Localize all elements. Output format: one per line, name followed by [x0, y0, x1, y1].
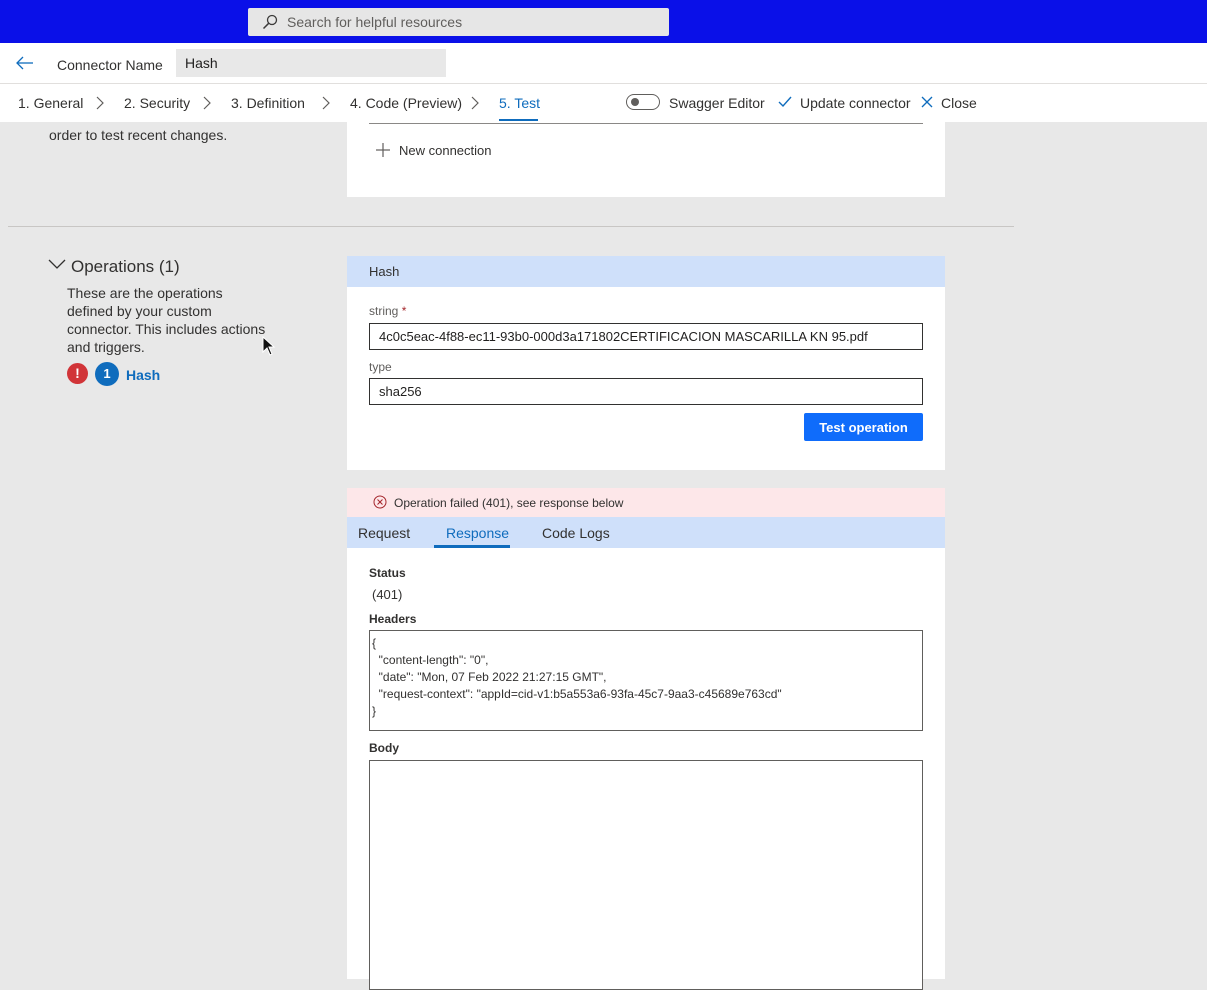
connection-field-border	[369, 123, 923, 124]
operation-header-title: Hash	[369, 264, 400, 279]
operation-header: Hash	[347, 256, 945, 287]
mouse-cursor-icon	[262, 336, 276, 356]
close-button[interactable]: Close	[941, 95, 977, 111]
operation-count-badge: 1	[95, 362, 119, 386]
top-bar: Search for helpful resources	[0, 0, 1207, 43]
step-definition[interactable]: 3. Definition	[231, 95, 305, 111]
body-label: Body	[369, 741, 399, 755]
connector-name-bar: Connector Name	[0, 43, 1207, 84]
search-icon	[262, 14, 278, 30]
plus-icon	[376, 143, 390, 157]
headers-line: "request-context": "appId=cid-v1:b5a553a…	[372, 687, 782, 701]
operations-description: These are the operations defined by your…	[67, 284, 267, 356]
step-security[interactable]: 2. Security	[124, 95, 190, 111]
operations-title: Operations (1)	[71, 257, 180, 276]
chevron-right-icon	[96, 96, 104, 110]
test-operation-button[interactable]: Test operation	[804, 413, 923, 441]
headers-line: }	[372, 704, 377, 718]
response-tabs-bar: Request Response Code Logs	[347, 517, 945, 548]
chevron-down-icon[interactable]	[48, 258, 66, 270]
error-message-bar: Operation failed (401), see response bel…	[347, 488, 945, 517]
connections-card: New connection	[347, 122, 945, 197]
toggle-knob	[631, 98, 639, 106]
operation-link-hash[interactable]: Hash	[126, 367, 160, 383]
description-line: and triggers.	[67, 339, 145, 355]
chevron-right-icon	[322, 96, 330, 110]
error-circle-icon	[373, 495, 387, 509]
step-code-preview[interactable]: 4. Code (Preview)	[350, 95, 462, 111]
headers-box[interactable]: { "content-length": "0", "date": "Mon, 0…	[369, 630, 923, 731]
swagger-editor-label: Swagger Editor	[669, 95, 765, 111]
wizard-steps-bar: 1. General 2. Security 3. Definition 4. …	[0, 84, 1207, 122]
headers-line: "content-length": "0",	[372, 653, 489, 667]
new-connection-button[interactable]: New connection	[399, 143, 492, 158]
type-field-label: type	[369, 360, 392, 374]
required-asterisk: *	[401, 304, 407, 318]
headers-line: "date": "Mon, 07 Feb 2022 21:27:15 GMT",	[372, 670, 607, 684]
connector-name-label: Connector Name	[57, 57, 163, 73]
description-line: These are the operations	[67, 285, 223, 301]
update-connector-button[interactable]: Update connector	[800, 95, 911, 111]
tab-request[interactable]: Request	[358, 525, 410, 541]
error-message-text: Operation failed (401), see response bel…	[394, 496, 624, 510]
headers-label: Headers	[369, 612, 417, 626]
search-box[interactable]: Search for helpful resources	[248, 8, 669, 36]
tab-code-logs[interactable]: Code Logs	[542, 525, 610, 541]
string-input[interactable]	[369, 323, 923, 350]
description-line: connector. This includes actions	[67, 321, 266, 337]
string-field-label: string *	[369, 304, 406, 318]
checkmark-icon	[778, 96, 792, 108]
step-test[interactable]: 5. Test	[499, 95, 540, 111]
connector-name-input[interactable]	[176, 49, 446, 77]
chevron-right-icon	[471, 96, 479, 110]
string-label-text: string	[369, 304, 399, 318]
headers-content: { "content-length": "0", "date": "Mon, 0…	[372, 635, 782, 720]
close-icon	[921, 96, 933, 108]
swagger-editor-toggle[interactable]	[626, 94, 660, 110]
description-line: defined by your custom	[67, 303, 212, 319]
step-general[interactable]: 1. General	[18, 95, 83, 111]
body-box[interactable]	[369, 760, 923, 990]
search-placeholder: Search for helpful resources	[287, 14, 463, 30]
connections-description: order to test recent changes.	[49, 127, 228, 143]
type-input[interactable]	[369, 378, 923, 405]
error-badge: !	[67, 363, 88, 384]
status-label: Status	[369, 566, 406, 580]
active-step-indicator	[499, 119, 538, 121]
back-arrow-icon[interactable]	[16, 56, 34, 70]
chevron-right-icon	[203, 96, 211, 110]
section-divider	[8, 226, 1014, 227]
status-value: (401)	[372, 587, 403, 602]
headers-line: {	[372, 636, 377, 650]
tab-response[interactable]: Response	[446, 525, 509, 541]
